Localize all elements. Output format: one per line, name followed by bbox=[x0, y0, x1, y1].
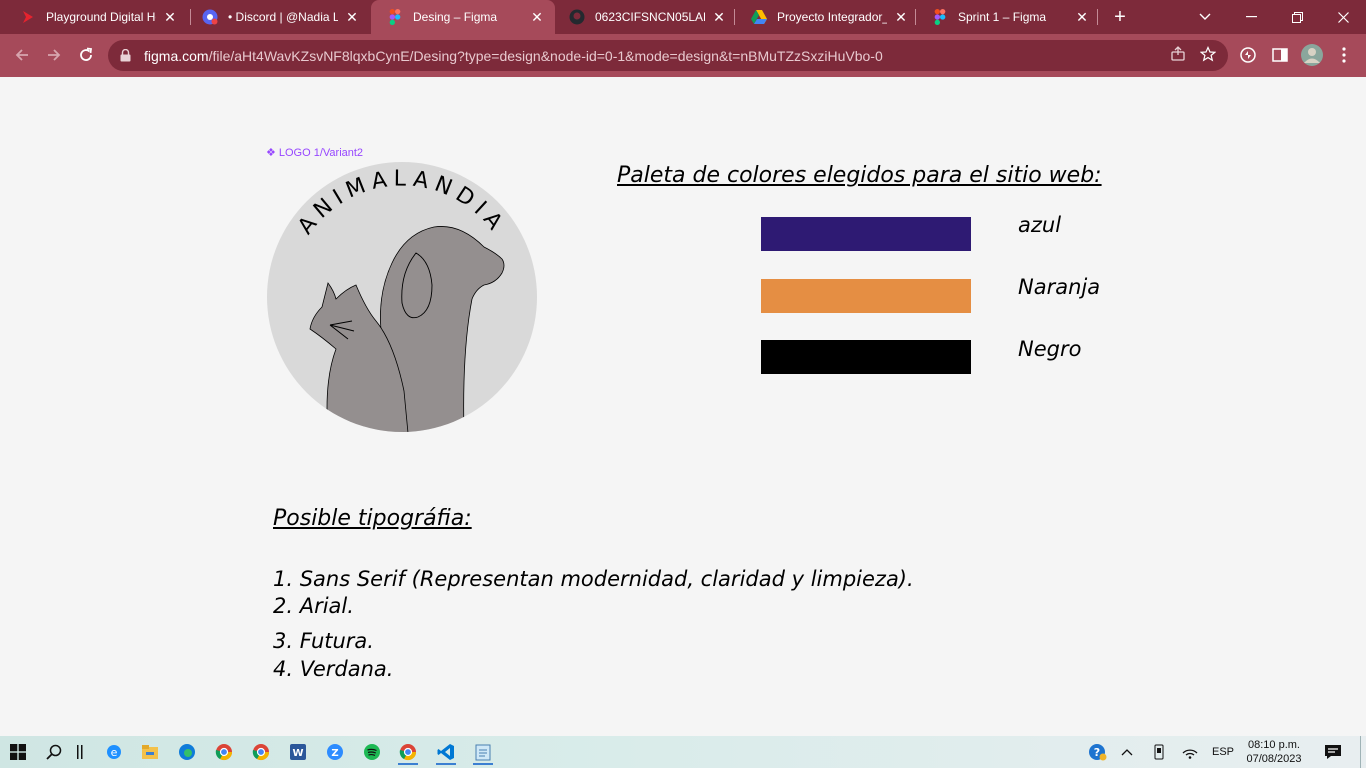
back-button[interactable] bbox=[8, 41, 36, 69]
browser-menu-icon[interactable] bbox=[1330, 41, 1358, 69]
language-indicator[interactable]: ESP bbox=[1208, 740, 1238, 764]
restore-button[interactable] bbox=[1274, 0, 1320, 34]
google-drive-icon bbox=[751, 9, 767, 25]
animalandia-logo[interactable]: ANIMALANDIA bbox=[266, 161, 538, 433]
tab-discord[interactable]: • Discord | @Nadia Lu ✕ bbox=[186, 0, 370, 34]
bookmark-star-icon[interactable] bbox=[1199, 46, 1217, 67]
close-tab-icon[interactable]: ✕ bbox=[529, 9, 545, 25]
palette-heading: Paleta de colores elegidos para el sitio… bbox=[617, 163, 1102, 188]
playground-icon bbox=[20, 9, 36, 25]
browser-tab-strip: Playground Digital Ho ✕ • Discord | @Nad… bbox=[0, 0, 1366, 34]
show-desktop-button[interactable] bbox=[1360, 736, 1366, 768]
search-icon[interactable] bbox=[40, 739, 68, 765]
chrome-icon[interactable] bbox=[210, 739, 238, 765]
clock-time: 08:10 p.m. bbox=[1248, 739, 1300, 751]
color-label-azul: azul bbox=[1018, 213, 1062, 237]
github-icon bbox=[569, 9, 585, 25]
component-icon: ❖ bbox=[266, 147, 276, 159]
windows-taskbar: e W Z ? ESP 08:10 p.m. 07/08/2023 bbox=[0, 736, 1366, 768]
active-app-indicator bbox=[473, 763, 493, 765]
tab-title: • Discord | @Nadia Lu bbox=[228, 10, 338, 24]
file-explorer-icon[interactable] bbox=[136, 739, 164, 765]
component-label[interactable]: ❖ LOGO 1/Variant2 bbox=[266, 146, 364, 160]
svg-text:e: e bbox=[111, 746, 118, 759]
color-swatch-negro[interactable] bbox=[761, 340, 971, 374]
tab-playground[interactable]: Playground Digital Ho ✕ bbox=[4, 0, 188, 34]
svg-text:Z: Z bbox=[331, 748, 338, 759]
tab-separator bbox=[1097, 9, 1098, 25]
tab-desing-figma[interactable]: Desing – Figma ✕ bbox=[371, 0, 555, 34]
active-app-indicator bbox=[398, 763, 418, 765]
url-text: figma.com/file/aHt4WavKZsvNF8lqxbCynE/De… bbox=[144, 48, 883, 64]
typography-item: 1. Sans Serif (Representan modernidad, c… bbox=[273, 567, 914, 591]
zoom-icon[interactable]: Z bbox=[321, 739, 349, 765]
share-icon[interactable] bbox=[1170, 46, 1186, 67]
color-swatch-naranja[interactable] bbox=[761, 279, 971, 313]
edge-icon[interactable] bbox=[173, 739, 201, 765]
tab-title: Proyecto Integrador_C bbox=[777, 10, 887, 24]
tab-github[interactable]: 0623CIFSNCN05LAED ✕ bbox=[553, 0, 737, 34]
chrome-icon[interactable] bbox=[394, 739, 422, 765]
active-app-indicator bbox=[436, 763, 456, 765]
typography-heading: Posible tipográfia: bbox=[273, 506, 472, 531]
discord-icon bbox=[202, 9, 218, 25]
close-tab-icon[interactable]: ✕ bbox=[1074, 9, 1090, 25]
address-bar[interactable]: figma.com/file/aHt4WavKZsvNF8lqxbCynE/De… bbox=[108, 40, 1228, 71]
typography-item: 3. Futura. bbox=[273, 629, 374, 653]
tab-title: Sprint 1 – Figma bbox=[958, 10, 1047, 24]
spotify-icon[interactable] bbox=[358, 739, 386, 765]
close-window-button[interactable] bbox=[1320, 0, 1366, 34]
svg-text:W: W bbox=[292, 748, 303, 759]
component-name: LOGO 1/Variant2 bbox=[278, 146, 364, 159]
reload-button[interactable] bbox=[72, 41, 100, 69]
internet-explorer-icon[interactable]: e bbox=[100, 739, 128, 765]
tab-search-chevron-icon[interactable] bbox=[1182, 0, 1228, 34]
windows-start-icon[interactable] bbox=[4, 739, 32, 765]
typography-item: 2. Arial. bbox=[273, 594, 354, 618]
avatar[interactable] bbox=[1298, 41, 1326, 69]
word-icon[interactable]: W bbox=[284, 739, 312, 765]
close-tab-icon[interactable]: ✕ bbox=[162, 9, 178, 25]
url-host: figma.com bbox=[144, 47, 209, 64]
task-view-icon[interactable] bbox=[66, 739, 94, 765]
browser-toolbar: figma.com/file/aHt4WavKZsvNF8lqxbCynE/De… bbox=[0, 34, 1366, 77]
svg-text:?: ? bbox=[1094, 746, 1100, 759]
clock-date: 07/08/2023 bbox=[1246, 753, 1302, 765]
close-tab-icon[interactable]: ✕ bbox=[893, 9, 909, 25]
tab-title: 0623CIFSNCN05LAED bbox=[595, 10, 705, 24]
extensions-icon[interactable] bbox=[1234, 41, 1262, 69]
color-label-negro: Negro bbox=[1018, 337, 1082, 361]
device-icon[interactable] bbox=[1148, 740, 1170, 764]
lock-icon bbox=[120, 49, 134, 63]
network-icon[interactable] bbox=[1178, 740, 1202, 764]
chevron-up-icon[interactable] bbox=[1116, 740, 1138, 764]
chrome-icon[interactable] bbox=[247, 739, 275, 765]
typography-item: 4. Verdana. bbox=[273, 657, 394, 681]
vscode-icon[interactable] bbox=[432, 739, 460, 765]
figma-icon bbox=[932, 9, 948, 25]
minimize-button[interactable] bbox=[1228, 0, 1274, 34]
new-tab-button[interactable]: + bbox=[1108, 5, 1132, 29]
forward-button[interactable] bbox=[40, 41, 68, 69]
side-panel-icon[interactable] bbox=[1266, 41, 1294, 69]
tab-title: Desing – Figma bbox=[413, 10, 498, 24]
color-label-naranja: Naranja bbox=[1018, 275, 1101, 299]
close-tab-icon[interactable]: ✕ bbox=[711, 9, 727, 25]
tab-google-drive[interactable]: Proyecto Integrador_C ✕ bbox=[735, 0, 919, 34]
help-icon[interactable]: ? bbox=[1084, 740, 1110, 764]
figma-canvas[interactable]: ❖ LOGO 1/Variant2 ANIMALANDIA Paleta de … bbox=[0, 77, 1366, 736]
color-swatch-azul[interactable] bbox=[761, 217, 971, 251]
close-tab-icon[interactable]: ✕ bbox=[344, 9, 360, 25]
notifications-icon[interactable] bbox=[1320, 740, 1346, 764]
url-path: /file/aHt4WavKZsvNF8lqxbCynE/Desing?type… bbox=[208, 47, 883, 64]
figma-icon bbox=[387, 9, 403, 25]
notepad-icon[interactable] bbox=[469, 739, 497, 765]
clock[interactable]: 08:10 p.m. 07/08/2023 bbox=[1240, 738, 1308, 766]
tab-sprint-figma[interactable]: Sprint 1 – Figma ✕ bbox=[916, 0, 1100, 34]
tab-title: Playground Digital Ho bbox=[46, 10, 156, 24]
